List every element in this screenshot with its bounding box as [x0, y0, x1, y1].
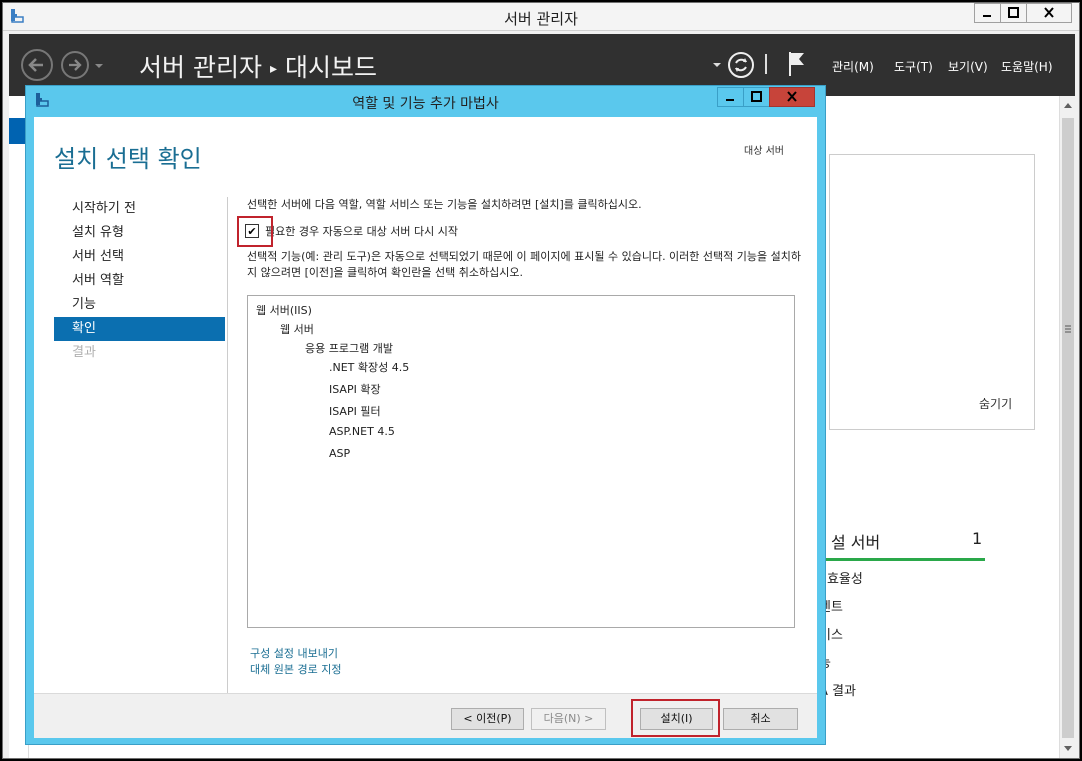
forward-arrow-icon	[69, 59, 82, 71]
maximize-icon	[1008, 7, 1019, 18]
menu-manage[interactable]: 관리(M)	[832, 58, 874, 75]
server-manager-caption-buttons	[974, 3, 1072, 23]
refresh-icon[interactable]	[727, 51, 755, 79]
breadcrumb: 서버 관리자 ▸ 대시보드	[139, 48, 377, 84]
wizard-caption-buttons	[717, 87, 815, 107]
history-dropdown-icon[interactable]	[93, 62, 105, 70]
export-configuration-link[interactable]: 구성 설정 내보내기	[250, 645, 338, 661]
servers-tile-count: 1	[972, 529, 983, 548]
refresh-dropdown-icon[interactable]	[712, 61, 722, 69]
wizard-step-server-selection[interactable]: 서버 선택	[54, 245, 225, 269]
feature-item: .NET 확장성 4.5	[329, 361, 410, 374]
feature-item: 응용 프로그램 개발	[305, 342, 393, 355]
wizard-content: 설치 선택 확인 대상 서버 시작하기 전 설치 유형 서버 선택 서버 역할 …	[34, 117, 817, 738]
minimize-icon	[726, 99, 734, 101]
close-button[interactable]	[1026, 3, 1072, 23]
wizard-footer: < 이전(P) 다음(N) > 설치(I) 취소	[34, 693, 817, 738]
back-button[interactable]	[21, 49, 53, 81]
minimize-icon	[983, 15, 991, 17]
alternate-source-path-link[interactable]: 대체 원본 경로 지정	[250, 661, 341, 677]
back-arrow-icon	[28, 58, 43, 72]
nav-divider	[227, 197, 228, 694]
feature-item: ISAPI 필터	[329, 405, 381, 418]
close-icon	[787, 91, 797, 102]
wizard-step-nav: 시작하기 전 설치 유형 서버 선택 서버 역할 기능 확인 결과	[54, 197, 225, 365]
previous-button[interactable]: < 이전(P)	[451, 708, 524, 730]
breadcrumb-separator: ▸	[269, 61, 277, 77]
scrollbar-thumb[interactable]	[1062, 118, 1074, 738]
scroll-down-icon[interactable]	[1060, 740, 1076, 756]
install-button[interactable]: 설치(I)	[640, 708, 713, 730]
selected-features-list[interactable]: 웹 서버(IIS) 웹 서버 응용 프로그램 개발 .NET 확장성 4.5 I…	[247, 295, 795, 628]
server-manager-window-title: 서버 관리자	[504, 10, 578, 28]
close-icon	[1044, 7, 1054, 18]
feature-item: ASP	[329, 447, 351, 460]
wizard-minimize-button[interactable]	[717, 87, 744, 107]
breadcrumb-root: 서버 관리자	[139, 53, 262, 82]
servers-tile-status-bar	[809, 558, 985, 561]
wizard-step-features[interactable]: 기능	[54, 293, 225, 317]
servers-tile: 설 서버 1 I 효율성 벤트 비스 능 A 결과	[809, 516, 991, 758]
optional-features-note: 선택적 기능(예: 관리 도구)은 자동으로 선택되었기 때문에 이 페이지에 …	[247, 250, 801, 279]
header-divider	[765, 54, 767, 74]
vertical-scrollbar[interactable]	[1059, 96, 1076, 758]
hide-link[interactable]: 숨기기	[979, 395, 1012, 412]
destination-server-label: 대상 서버	[744, 146, 784, 157]
checkbox-highlight-box	[237, 216, 273, 247]
restart-checkbox-label[interactable]: 필요한 경우 자동으로 대상 서버 다시 시작	[265, 223, 458, 239]
feature-item: ISAPI 확장	[329, 383, 381, 396]
notifications-flag-icon[interactable]	[787, 50, 807, 78]
page-title: 설치 선택 확인	[54, 145, 202, 173]
add-roles-wizard-dialog: 역할 및 기능 추가 마법사 설치 선택 확인 대상 서버 시작하기 전 설치 …	[25, 85, 826, 745]
maximize-icon	[751, 91, 762, 102]
menu-tools[interactable]: 도구(T)	[894, 58, 933, 75]
wizard-step-results: 결과	[72, 345, 96, 360]
next-button: 다음(N) >	[531, 708, 606, 730]
scroll-grip-icon	[1065, 325, 1071, 333]
scroll-up-icon[interactable]	[1060, 98, 1076, 114]
wizard-step-installation-type[interactable]: 설치 유형	[54, 221, 225, 245]
dashboard-tile	[829, 154, 1035, 430]
feature-item: ASP.NET 4.5	[329, 425, 395, 438]
menu-help[interactable]: 도움말(H)	[1001, 58, 1053, 75]
wizard-title: 역할 및 기능 추가 마법사	[352, 96, 499, 112]
menu-view[interactable]: 보기(V)	[948, 58, 988, 75]
minimize-button[interactable]	[974, 3, 1001, 23]
breadcrumb-current: 대시보드	[284, 53, 377, 82]
wizard-step-server-roles[interactable]: 서버 역할	[54, 269, 225, 293]
server-manager-titlebar: 서버 관리자	[3, 3, 1079, 31]
servers-tile-title[interactable]: 설 서버	[831, 529, 880, 553]
wizard-titlebar: 역할 및 기능 추가 마법사	[26, 86, 825, 114]
feature-item: 웹 서버(IIS)	[256, 304, 312, 317]
forward-button[interactable]	[61, 51, 89, 79]
cancel-button[interactable]: 취소	[723, 708, 798, 730]
install-instruction-text: 선택한 서버에 다음 역할, 역할 서비스 또는 기능을 설치하려면 [설치]를…	[247, 198, 642, 211]
wizard-close-button[interactable]	[769, 87, 815, 107]
wizard-step-confirmation[interactable]: 확인	[54, 317, 225, 341]
wizard-step-before-you-begin[interactable]: 시작하기 전	[54, 197, 225, 221]
maximize-button[interactable]	[1000, 3, 1027, 23]
restart-checkbox-row[interactable]: ✔ 필요한 경우 자동으로 대상 서버 다시 시작	[237, 216, 458, 247]
wizard-maximize-button[interactable]	[743, 87, 770, 107]
feature-item: 웹 서버	[280, 323, 314, 336]
